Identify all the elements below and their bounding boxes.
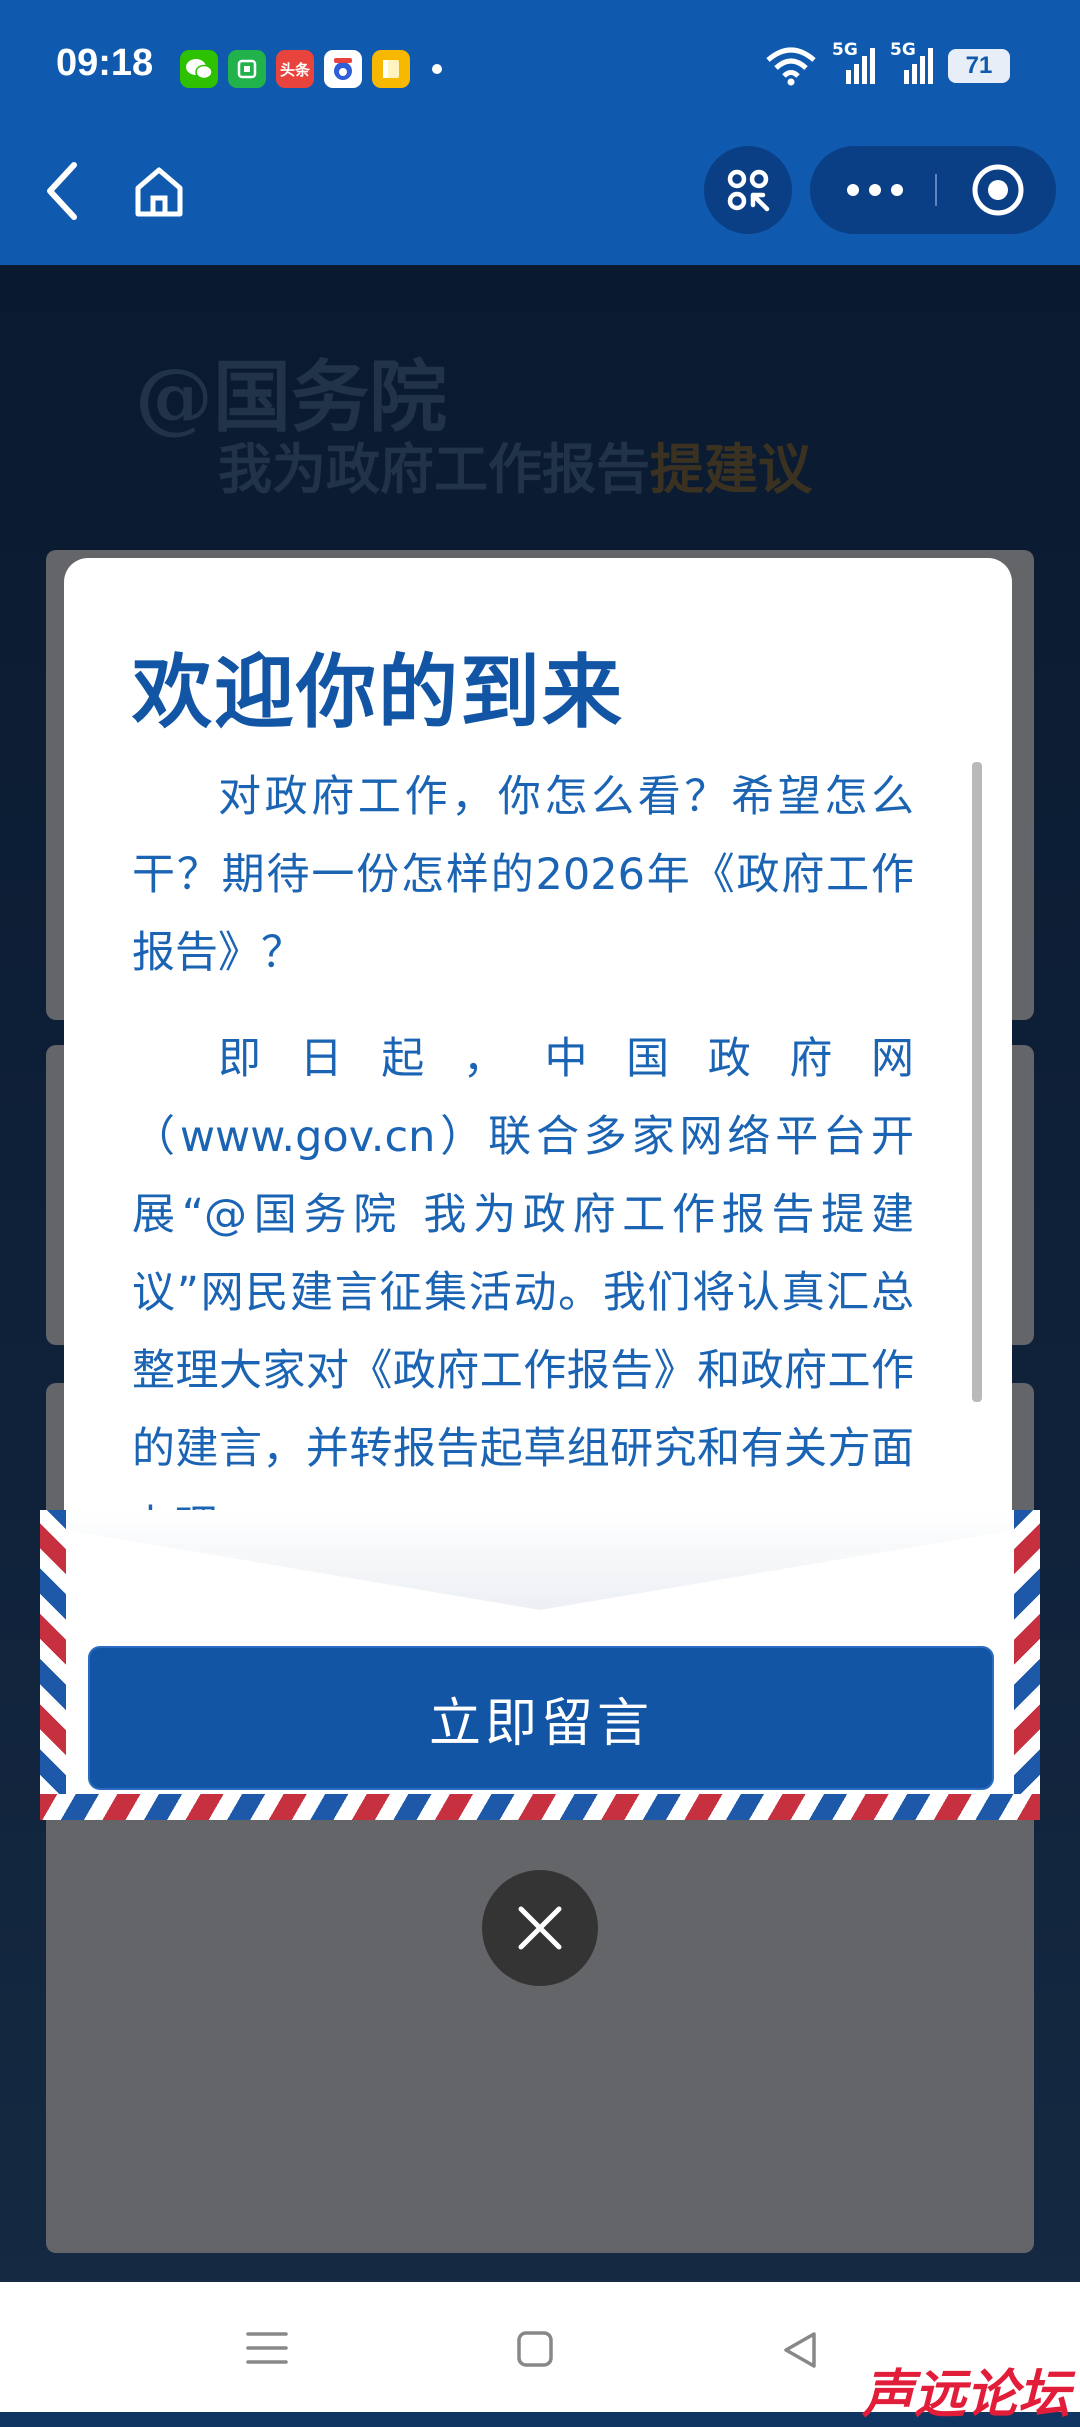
home-icon[interactable]	[130, 162, 188, 220]
close-icon	[518, 1906, 562, 1950]
modal-title: 欢迎你的到来	[132, 646, 624, 739]
modal-paragraph-1: 对政府工作，你怎么看？希望怎么干？期待一份怎样的2026年《政府工作报告》？	[132, 772, 914, 978]
leave-message-button[interactable]: 立即留言	[88, 1646, 994, 1790]
envelope-stripe-right	[1014, 1510, 1040, 1820]
more-notifications-dot	[432, 64, 442, 74]
status-time: 09:18	[56, 42, 154, 84]
back-triangle-icon[interactable]	[780, 2330, 820, 2374]
target-icon[interactable]	[940, 146, 1056, 234]
home-square-icon[interactable]	[516, 2330, 554, 2372]
wechat-icon	[180, 50, 218, 88]
menu-icon[interactable]	[246, 2330, 288, 2370]
status-bar: 09:18 头条 5G 5G 71	[0, 0, 1080, 140]
notification-icons: 头条	[180, 50, 442, 88]
watermark-logo: 声远论坛	[861, 2364, 1070, 2425]
mini-program-icon[interactable]	[704, 146, 792, 234]
signal-icon-1: 5G	[832, 40, 876, 88]
signal-icon-2: 5G	[890, 40, 934, 88]
modal-body[interactable]: 对政府工作，你怎么看？希望怎么干？期待一份怎样的2026年《政府工作报告》？ 即…	[132, 758, 914, 1594]
wifi-icon	[766, 47, 816, 86]
envelope-stripe-bottom	[40, 1794, 1040, 1820]
envelope-stripe-left	[40, 1510, 66, 1820]
modal-scrollbar[interactable]	[972, 762, 982, 1402]
toutiao-icon: 头条	[276, 50, 314, 88]
battery-indicator: 71	[948, 49, 1010, 83]
close-modal-button[interactable]	[482, 1870, 598, 1986]
more-icon[interactable]	[810, 146, 940, 234]
capsule-menu	[810, 146, 1056, 234]
modal-paragraph-2: 即日起，中国政府网（www.gov.cn）联合多家网络平台开展“@国务院 我为政…	[132, 1034, 914, 1552]
baidu-icon	[324, 50, 362, 88]
system-icons: 5G 5G 71	[764, 40, 1010, 88]
back-icon[interactable]	[40, 155, 84, 227]
wallet-icon	[228, 50, 266, 88]
notes-icon	[372, 50, 410, 88]
toutiao-text: 头条	[279, 60, 310, 79]
capsule-divider	[935, 174, 937, 206]
